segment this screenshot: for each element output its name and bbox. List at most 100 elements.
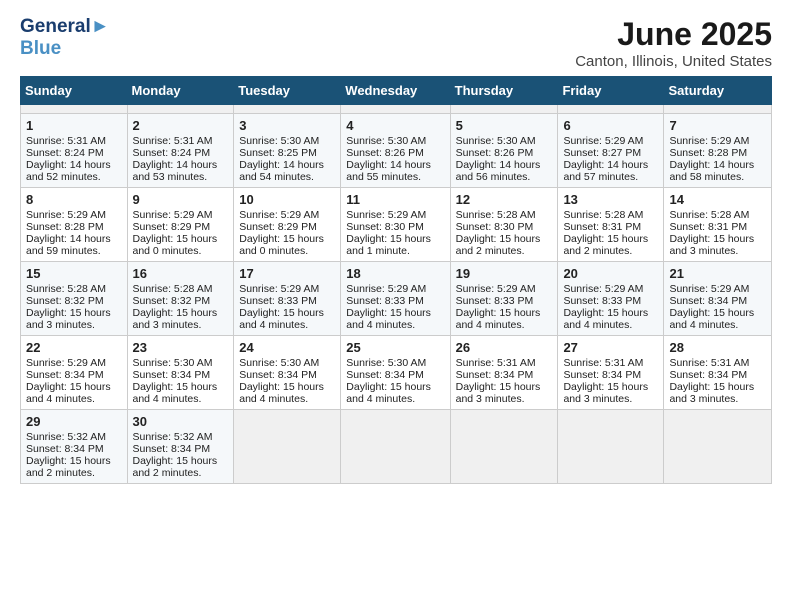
day-number: 25 xyxy=(346,340,444,355)
calendar-cell xyxy=(341,105,450,114)
header: General► Blue June 2025 Canton, Illinois… xyxy=(20,16,772,70)
calendar-week-5: 29Sunrise: 5:32 AMSunset: 8:34 PMDayligh… xyxy=(21,410,772,484)
sunset-text: Sunset: 8:34 PM xyxy=(26,369,122,381)
calendar-cell: 22Sunrise: 5:29 AMSunset: 8:34 PMDayligh… xyxy=(21,336,128,410)
sunset-text: Sunset: 8:32 PM xyxy=(26,295,122,307)
day-number: 30 xyxy=(133,414,229,429)
day-number: 19 xyxy=(456,266,553,281)
sunrise-text: Sunrise: 5:30 AM xyxy=(239,357,335,369)
calendar-cell xyxy=(664,410,772,484)
sunset-text: Sunset: 8:31 PM xyxy=(669,221,766,233)
sunset-text: Sunset: 8:34 PM xyxy=(456,369,553,381)
calendar-cell: 16Sunrise: 5:28 AMSunset: 8:32 PMDayligh… xyxy=(127,262,234,336)
day-number: 12 xyxy=(456,192,553,207)
sunset-text: Sunset: 8:34 PM xyxy=(26,443,122,455)
logo: General► Blue xyxy=(20,16,110,60)
sunrise-text: Sunrise: 5:29 AM xyxy=(26,357,122,369)
calendar-cell xyxy=(558,105,664,114)
daylight-text: Daylight: 15 hours and 4 minutes. xyxy=(239,381,335,405)
sunset-text: Sunset: 8:24 PM xyxy=(133,147,229,159)
sunrise-text: Sunrise: 5:31 AM xyxy=(669,357,766,369)
day-number: 16 xyxy=(133,266,229,281)
daylight-text: Daylight: 14 hours and 54 minutes. xyxy=(239,159,335,183)
daylight-text: Daylight: 15 hours and 4 minutes. xyxy=(133,381,229,405)
sunrise-text: Sunrise: 5:29 AM xyxy=(669,135,766,147)
sunset-text: Sunset: 8:34 PM xyxy=(669,369,766,381)
sunrise-text: Sunrise: 5:32 AM xyxy=(133,431,229,443)
calendar-cell: 30Sunrise: 5:32 AMSunset: 8:34 PMDayligh… xyxy=(127,410,234,484)
daylight-text: Daylight: 15 hours and 2 minutes. xyxy=(563,233,658,257)
day-number: 13 xyxy=(563,192,658,207)
calendar-cell: 15Sunrise: 5:28 AMSunset: 8:32 PMDayligh… xyxy=(21,262,128,336)
daylight-text: Daylight: 14 hours and 52 minutes. xyxy=(26,159,122,183)
sunset-text: Sunset: 8:30 PM xyxy=(456,221,553,233)
calendar-table: Sunday Monday Tuesday Wednesday Thursday… xyxy=(20,76,772,484)
calendar-cell: 26Sunrise: 5:31 AMSunset: 8:34 PMDayligh… xyxy=(450,336,558,410)
daylight-text: Daylight: 15 hours and 3 minutes. xyxy=(669,381,766,405)
sunset-text: Sunset: 8:34 PM xyxy=(133,369,229,381)
sunrise-text: Sunrise: 5:30 AM xyxy=(346,357,444,369)
day-number: 27 xyxy=(563,340,658,355)
calendar-cell: 13Sunrise: 5:28 AMSunset: 8:31 PMDayligh… xyxy=(558,188,664,262)
sunset-text: Sunset: 8:34 PM xyxy=(346,369,444,381)
header-monday: Monday xyxy=(127,77,234,105)
sunrise-text: Sunrise: 5:29 AM xyxy=(346,209,444,221)
day-number: 14 xyxy=(669,192,766,207)
sunrise-text: Sunrise: 5:29 AM xyxy=(133,209,229,221)
calendar-cell: 7Sunrise: 5:29 AMSunset: 8:28 PMDaylight… xyxy=(664,114,772,188)
daylight-text: Daylight: 15 hours and 4 minutes. xyxy=(456,307,553,331)
daylight-text: Daylight: 15 hours and 3 minutes. xyxy=(26,307,122,331)
daylight-text: Daylight: 15 hours and 4 minutes. xyxy=(26,381,122,405)
calendar-cell: 8Sunrise: 5:29 AMSunset: 8:28 PMDaylight… xyxy=(21,188,128,262)
header-thursday: Thursday xyxy=(450,77,558,105)
day-number: 17 xyxy=(239,266,335,281)
daylight-text: Daylight: 15 hours and 3 minutes. xyxy=(133,307,229,331)
sunset-text: Sunset: 8:27 PM xyxy=(563,147,658,159)
daylight-text: Daylight: 14 hours and 56 minutes. xyxy=(456,159,553,183)
sunset-text: Sunset: 8:26 PM xyxy=(346,147,444,159)
calendar-cell xyxy=(234,105,341,114)
calendar-cell: 2Sunrise: 5:31 AMSunset: 8:24 PMDaylight… xyxy=(127,114,234,188)
daylight-text: Daylight: 15 hours and 4 minutes. xyxy=(239,307,335,331)
sunset-text: Sunset: 8:33 PM xyxy=(563,295,658,307)
calendar-cell: 17Sunrise: 5:29 AMSunset: 8:33 PMDayligh… xyxy=(234,262,341,336)
logo-text: General► xyxy=(20,16,110,38)
daylight-text: Daylight: 14 hours and 57 minutes. xyxy=(563,159,658,183)
sunrise-text: Sunrise: 5:29 AM xyxy=(563,135,658,147)
subtitle: Canton, Illinois, United States xyxy=(575,53,772,70)
day-number: 1 xyxy=(26,118,122,133)
main-title: June 2025 xyxy=(575,16,772,53)
day-number: 8 xyxy=(26,192,122,207)
sunrise-text: Sunrise: 5:29 AM xyxy=(669,283,766,295)
sunrise-text: Sunrise: 5:30 AM xyxy=(346,135,444,147)
daylight-text: Daylight: 15 hours and 3 minutes. xyxy=(456,381,553,405)
daylight-text: Daylight: 15 hours and 2 minutes. xyxy=(26,455,122,479)
sunset-text: Sunset: 8:28 PM xyxy=(26,221,122,233)
sunset-text: Sunset: 8:33 PM xyxy=(456,295,553,307)
sunset-text: Sunset: 8:31 PM xyxy=(563,221,658,233)
sunset-text: Sunset: 8:33 PM xyxy=(346,295,444,307)
page: General► Blue June 2025 Canton, Illinois… xyxy=(0,0,792,612)
daylight-text: Daylight: 15 hours and 4 minutes. xyxy=(669,307,766,331)
daylight-text: Daylight: 14 hours and 58 minutes. xyxy=(669,159,766,183)
day-number: 3 xyxy=(239,118,335,133)
calendar-cell xyxy=(234,410,341,484)
calendar-cell: 19Sunrise: 5:29 AMSunset: 8:33 PMDayligh… xyxy=(450,262,558,336)
sunrise-text: Sunrise: 5:28 AM xyxy=(456,209,553,221)
daylight-text: Daylight: 14 hours and 53 minutes. xyxy=(133,159,229,183)
calendar-week-4: 22Sunrise: 5:29 AMSunset: 8:34 PMDayligh… xyxy=(21,336,772,410)
calendar-cell: 11Sunrise: 5:29 AMSunset: 8:30 PMDayligh… xyxy=(341,188,450,262)
sunrise-text: Sunrise: 5:29 AM xyxy=(239,283,335,295)
day-number: 4 xyxy=(346,118,444,133)
calendar-cell: 9Sunrise: 5:29 AMSunset: 8:29 PMDaylight… xyxy=(127,188,234,262)
calendar-cell: 27Sunrise: 5:31 AMSunset: 8:34 PMDayligh… xyxy=(558,336,664,410)
header-saturday: Saturday xyxy=(664,77,772,105)
day-number: 24 xyxy=(239,340,335,355)
calendar-cell xyxy=(341,410,450,484)
sunrise-text: Sunrise: 5:29 AM xyxy=(239,209,335,221)
sunset-text: Sunset: 8:28 PM xyxy=(669,147,766,159)
calendar-cell xyxy=(450,410,558,484)
sunset-text: Sunset: 8:30 PM xyxy=(346,221,444,233)
logo-blue: Blue xyxy=(20,38,61,59)
sunset-text: Sunset: 8:29 PM xyxy=(133,221,229,233)
